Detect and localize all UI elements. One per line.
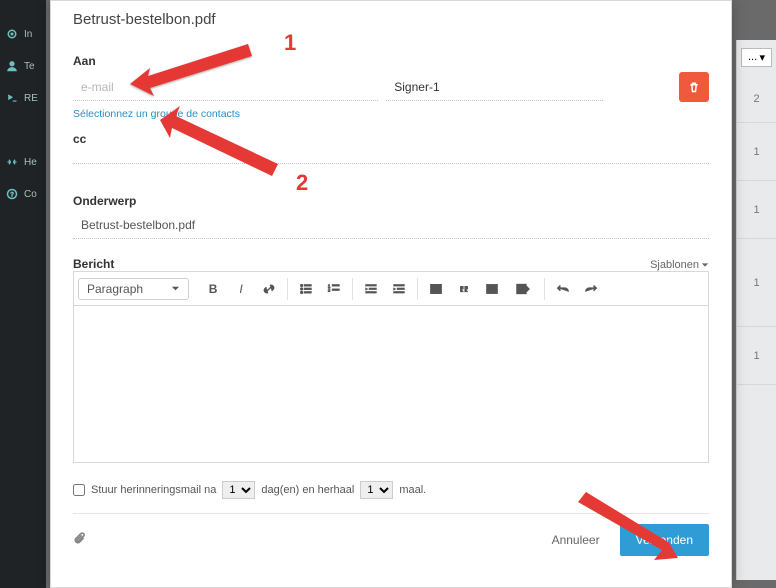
reminder-text: Stuur herinneringsmail na (91, 484, 216, 496)
divider (73, 513, 709, 514)
bg-row: 1 (737, 123, 776, 181)
numbered-list-button[interactable]: 12 (320, 275, 348, 303)
dialog-title: Betrust-bestelbon.pdf (73, 11, 709, 28)
templates-dropdown[interactable]: Sjablonen (650, 259, 709, 271)
outdent-button[interactable] (357, 275, 385, 303)
italic-button[interactable]: I (227, 275, 255, 303)
editor-toolbar: Paragraph B I 12 (73, 271, 709, 305)
bg-row: 1 (737, 239, 776, 327)
sidebar-item[interactable]: He (0, 146, 46, 178)
reminder-text: dag(en) en herhaal (261, 484, 354, 496)
subject-label: Onderwerp (73, 194, 709, 208)
recipient-email-input[interactable] (73, 74, 378, 101)
sidebar-item[interactable]: Te (0, 50, 46, 82)
bullet-list-button[interactable] (292, 275, 320, 303)
sidebar-item-label: RE (24, 93, 38, 104)
delete-recipient-button[interactable] (679, 72, 709, 102)
send-button[interactable]: Verzenden (620, 524, 709, 556)
bg-row: 1 (737, 181, 776, 239)
video-button[interactable] (506, 275, 540, 303)
subject-input[interactable] (73, 212, 709, 239)
undo-button[interactable] (549, 275, 577, 303)
sidebar-item-label: He (24, 157, 37, 168)
reminder-text: maal. (399, 484, 426, 496)
sidebar-item-label: In (24, 29, 32, 40)
annotation-number-1: 1 (284, 30, 296, 56)
send-dialog: Betrust-bestelbon.pdf Aan Sélectionnez u… (50, 0, 732, 588)
recipient-role-input[interactable] (386, 74, 602, 101)
svg-text:2: 2 (328, 287, 331, 292)
bg-select[interactable]: ...▾ (741, 48, 772, 67)
paragraph-style-select[interactable]: Paragraph (78, 278, 189, 300)
reminder-row: Stuur herinneringsmail na 1 dag(en) en h… (73, 481, 709, 499)
indent-button[interactable] (385, 275, 413, 303)
background-panel: ...▾ 2 1 1 1 1 (736, 40, 776, 580)
reminder-days-select[interactable]: 1 (222, 481, 255, 499)
link-button[interactable] (255, 275, 283, 303)
message-label: Bericht (73, 257, 114, 271)
bg-row: 2 (737, 75, 776, 123)
quote-button[interactable] (450, 275, 478, 303)
bg-row: 1 (737, 327, 776, 385)
bold-button[interactable]: B (199, 275, 227, 303)
caret-down-icon (701, 261, 709, 269)
sidebar-item-label: Te (24, 61, 35, 72)
app-sidebar: In Te RE He ? Co (0, 0, 46, 588)
sidebar-item[interactable]: RE (0, 82, 46, 114)
trash-icon (688, 81, 700, 93)
annotation-number-2: 2 (296, 170, 308, 196)
sidebar-item-label: Co (24, 189, 37, 200)
redo-button[interactable] (577, 275, 605, 303)
attachment-button[interactable] (73, 531, 87, 550)
sidebar-item[interactable]: ? Co (0, 178, 46, 210)
reminder-checkbox[interactable] (73, 484, 85, 496)
select-contact-group-link[interactable]: Sélectionnez un groupe de contacts (73, 108, 709, 120)
image-button[interactable] (422, 275, 450, 303)
message-editor[interactable] (73, 305, 709, 463)
to-label: Aan (73, 54, 709, 68)
recipient-row (73, 72, 709, 102)
table-button[interactable] (478, 275, 506, 303)
chevron-down-icon (171, 284, 180, 293)
sidebar-item[interactable]: In (0, 18, 46, 50)
cc-label: cc (73, 132, 709, 146)
cc-input[interactable] (73, 146, 709, 164)
cancel-button[interactable]: Annuleer (542, 525, 610, 555)
paperclip-icon (73, 531, 87, 545)
reminder-times-select[interactable]: 1 (360, 481, 393, 499)
